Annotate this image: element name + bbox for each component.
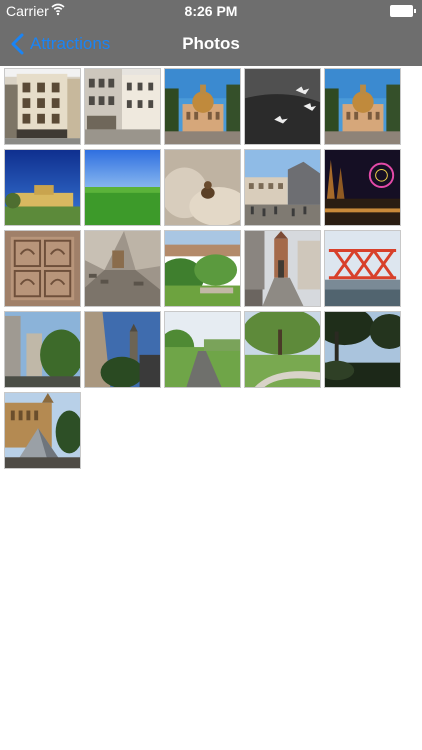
photo-thumbnail[interactable] <box>164 149 241 226</box>
photo-thumbnail[interactable] <box>4 311 81 388</box>
photo-thumbnail[interactable] <box>84 68 161 145</box>
photo-thumbnail[interactable] <box>244 311 321 388</box>
photo-thumbnail[interactable] <box>324 311 401 388</box>
photo-thumbnail[interactable] <box>84 311 161 388</box>
photo-thumbnail[interactable] <box>4 392 81 469</box>
photo-thumbnail[interactable] <box>164 311 241 388</box>
page-title: Photos <box>182 34 240 53</box>
photo-thumbnail[interactable] <box>244 230 321 307</box>
photo-thumbnail[interactable] <box>244 68 321 145</box>
photo-thumbnail[interactable] <box>4 149 81 226</box>
photo-thumbnail[interactable] <box>324 149 401 226</box>
photo-thumbnail[interactable] <box>4 68 81 145</box>
navigation-bar: Attractions Photos <box>0 22 422 66</box>
photo-thumbnail[interactable] <box>244 149 321 226</box>
photo-thumbnail[interactable] <box>164 68 241 145</box>
battery-icon <box>390 5 416 17</box>
photo-thumbnail[interactable] <box>164 230 241 307</box>
photo-thumbnail[interactable] <box>324 230 401 307</box>
photo-thumbnail[interactable] <box>4 230 81 307</box>
photo-thumbnail[interactable] <box>84 230 161 307</box>
photo-thumbnail[interactable] <box>84 149 161 226</box>
photo-thumbnail[interactable] <box>324 68 401 145</box>
status-time: 8:26 PM <box>184 3 238 19</box>
photo-grid <box>4 68 404 469</box>
status-bar: Carrier 8:26 PM <box>0 0 422 22</box>
